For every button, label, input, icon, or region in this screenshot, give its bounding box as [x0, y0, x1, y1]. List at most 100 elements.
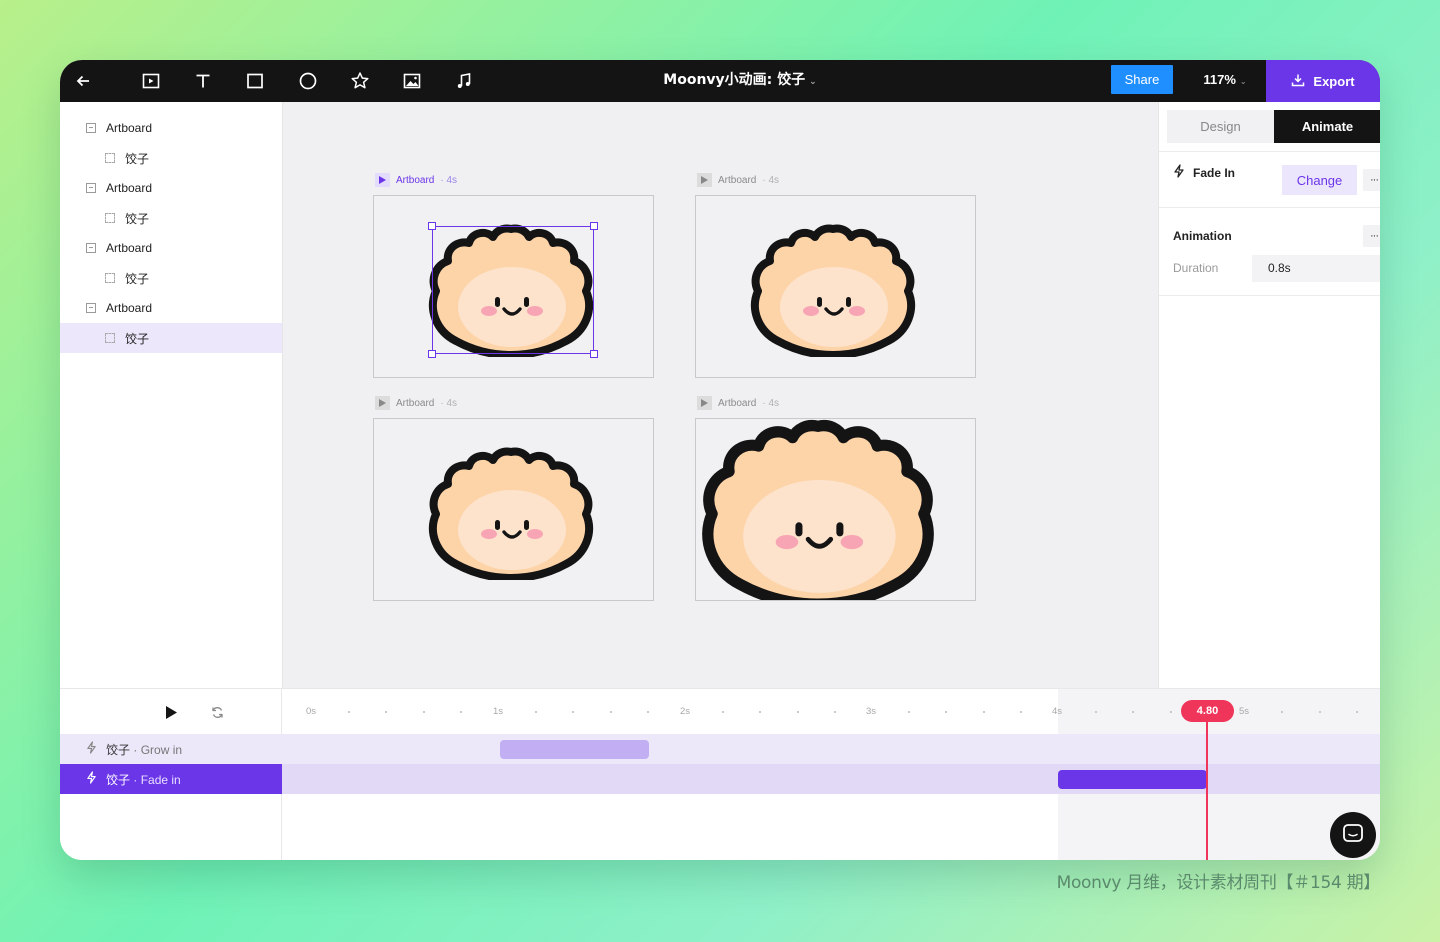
play-button[interactable]	[162, 703, 180, 721]
tab-design[interactable]: Design	[1167, 110, 1274, 143]
artboard-duration: · 4s	[440, 174, 458, 186]
layer-dumpling-2[interactable]: 饺子	[60, 203, 282, 233]
chevron-down-icon: ⌄	[809, 77, 817, 87]
artboard-4[interactable]	[695, 418, 976, 601]
back-arrow-icon[interactable]	[70, 68, 96, 94]
artboard-layer-icon	[86, 123, 96, 133]
rectangle-tool-icon[interactable]	[242, 68, 268, 94]
duration-input[interactable]: 0.8s	[1252, 255, 1380, 282]
play-icon[interactable]	[375, 173, 390, 187]
more-icon[interactable]: ···	[1363, 169, 1380, 191]
lightning-icon	[86, 741, 97, 757]
image-tool-icon[interactable]	[399, 68, 425, 94]
element-layer-icon	[105, 213, 115, 223]
layer-artboard-1[interactable]: Artboard	[60, 113, 282, 143]
ruler-label: 0s	[306, 706, 317, 717]
share-button[interactable]: Share	[1111, 65, 1173, 94]
artboard-label-3[interactable]: Artboard · 4s	[375, 396, 457, 410]
dumpling-illustration[interactable]	[426, 444, 596, 580]
star-tool-icon[interactable]	[347, 68, 373, 94]
ruler-dot	[1356, 711, 1358, 713]
layer-label: 饺子	[125, 211, 150, 226]
ruler-dot	[759, 711, 761, 713]
artboard-name: Artboard	[396, 397, 435, 409]
ruler-dot	[647, 711, 649, 713]
ruler-dot	[908, 711, 910, 713]
track-label[interactable]: 饺子 · Fade in	[60, 764, 282, 794]
divider	[1159, 151, 1380, 152]
animation-clip-fade-in[interactable]	[1058, 770, 1207, 789]
layer-label: 饺子	[125, 331, 150, 346]
download-icon	[1291, 73, 1305, 90]
dumpling-illustration[interactable]	[698, 418, 938, 601]
resize-handle[interactable]	[590, 350, 598, 358]
ruler-dot	[983, 711, 985, 713]
resize-handle[interactable]	[428, 222, 436, 230]
zoom-dropdown[interactable]: 117% ⌄	[1185, 60, 1265, 102]
chat-icon	[1343, 823, 1363, 847]
ruler-dot	[423, 711, 425, 713]
chat-support-button[interactable]	[1330, 812, 1376, 858]
duration-label: Duration	[1173, 261, 1219, 275]
layer-artboard-2[interactable]: Artboard	[60, 173, 282, 203]
artboard-layer-icon	[86, 183, 96, 193]
ruler-label: 1s	[493, 706, 504, 717]
ruler-dot	[1281, 711, 1283, 713]
layer-label: Artboard	[106, 301, 153, 315]
artboard-label-2[interactable]: Artboard · 4s	[697, 173, 779, 187]
ruler-label: 4s	[1052, 706, 1063, 717]
document-title[interactable]: Moonvy小动画: 饺子 ⌄	[620, 60, 860, 102]
resize-handle[interactable]	[428, 350, 436, 358]
lightning-icon	[1173, 164, 1185, 181]
ruler-dot	[834, 711, 836, 713]
artboard-3[interactable]	[373, 418, 654, 601]
ruler-label: 2s	[680, 706, 691, 717]
top-toolbar: Moonvy小动画: 饺子 ⌄ Share 117% ⌄ Export	[60, 60, 1380, 102]
document-title-text: Moonvy小动画: 饺子	[663, 72, 806, 88]
dumpling-illustration[interactable]	[748, 221, 918, 357]
layer-label: Artboard	[106, 181, 153, 195]
playhead-line[interactable]	[1206, 701, 1208, 860]
footer-caption: Moonvy 月维，设计素材周刊【＃154 期】	[1056, 873, 1381, 893]
artboard-duration: · 4s	[762, 397, 780, 409]
play-icon[interactable]	[375, 396, 390, 410]
play-icon[interactable]	[697, 173, 712, 187]
tab-animate[interactable]: Animate	[1274, 110, 1380, 143]
artboard-1[interactable]	[373, 195, 654, 378]
layer-artboard-4[interactable]: Artboard	[60, 293, 282, 323]
track-element-name: 饺子	[106, 772, 131, 787]
timeline-track-grow-in[interactable]: 饺子 · Grow in	[60, 734, 1380, 764]
animation-effect: Fade In	[1173, 164, 1235, 181]
ruler-label: 5s	[1239, 706, 1250, 717]
layer-artboard-3[interactable]: Artboard	[60, 233, 282, 263]
track-label[interactable]: 饺子 · Grow in	[60, 734, 282, 764]
more-icon[interactable]: ···	[1363, 225, 1380, 247]
export-button[interactable]: Export	[1266, 60, 1380, 102]
change-button[interactable]: Change	[1282, 165, 1357, 195]
artboard-2[interactable]	[695, 195, 976, 378]
effect-name: Fade In	[1193, 165, 1236, 180]
animation-clip-grow-in[interactable]	[500, 740, 649, 759]
layer-dumpling-4[interactable]: 饺子	[60, 323, 282, 353]
artboard-label-1[interactable]: Artboard · 4s	[375, 173, 457, 187]
frame-tool-icon[interactable]	[138, 68, 164, 94]
playhead-time-badge[interactable]: 4.80	[1181, 700, 1234, 722]
resize-handle[interactable]	[590, 222, 598, 230]
loop-icon[interactable]	[208, 703, 226, 721]
artboard-layer-icon	[86, 303, 96, 313]
ruler-dot	[722, 711, 724, 713]
ellipse-tool-icon[interactable]	[295, 68, 321, 94]
ruler-dot	[572, 711, 574, 713]
canvas-area[interactable]: Artboard · 4s Artboard · 4s Artboard · 4s	[283, 102, 1158, 688]
artboard-label-4[interactable]: Artboard · 4s	[697, 396, 779, 410]
text-tool-icon[interactable]	[190, 68, 216, 94]
layer-label: Artboard	[106, 121, 153, 135]
lightning-icon	[86, 771, 97, 787]
layer-dumpling-1[interactable]: 饺子	[60, 143, 282, 173]
layer-dumpling-3[interactable]: 饺子	[60, 263, 282, 293]
artboard-duration: · 4s	[440, 397, 458, 409]
element-layer-icon	[105, 153, 115, 163]
play-icon[interactable]	[697, 396, 712, 410]
audio-tool-icon[interactable]	[451, 68, 477, 94]
ruler-dot	[535, 711, 537, 713]
